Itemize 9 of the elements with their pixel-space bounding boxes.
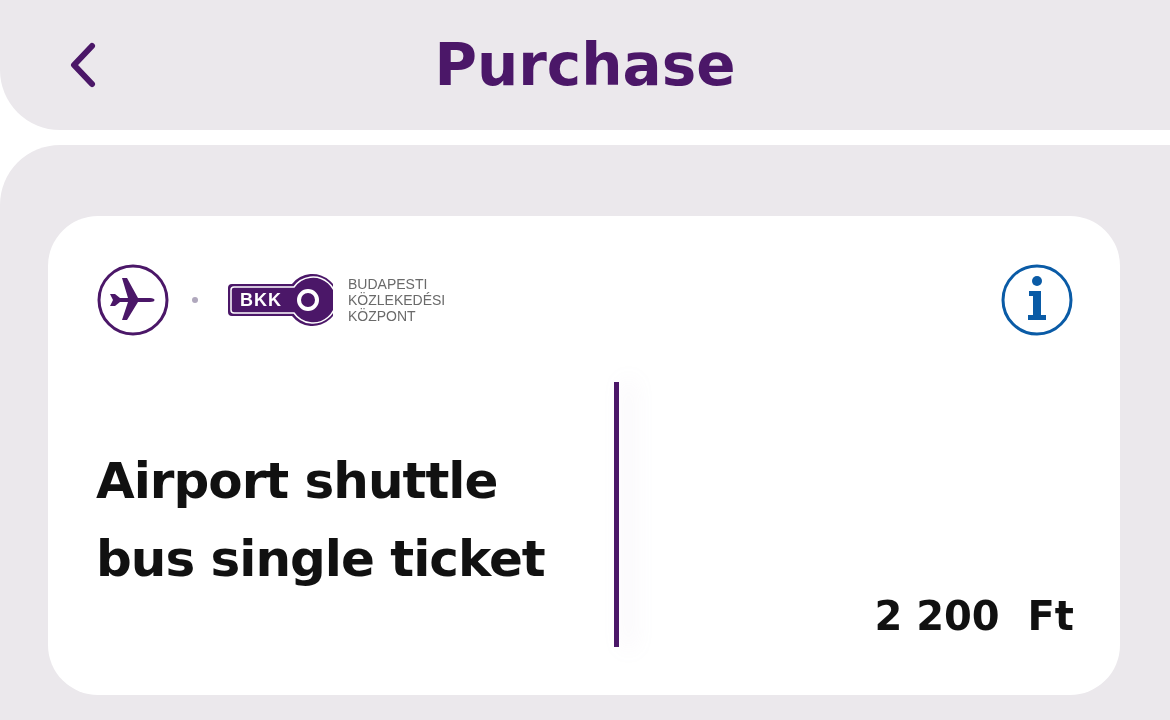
ticket-name: Airport shuttle bus single ticket — [96, 451, 546, 590]
airplane-icon — [96, 263, 170, 337]
operator-name: BUDAPESTI KÖZLEKEDÉSI KÖZPONT — [348, 276, 446, 324]
info-icon[interactable] — [1000, 263, 1074, 337]
separator-dot — [192, 297, 198, 303]
operator-logo: BKK — [226, 272, 333, 328]
ticket-card[interactable]: BKK BUDAPESTI KÖZLEKEDÉSI KÖZPONT Airport shuttle bus single ticket 2 200 Ft — [48, 216, 1120, 695]
page-title: Purchase — [434, 31, 736, 99]
ticket-price: 2 200 Ft — [874, 593, 1074, 639]
